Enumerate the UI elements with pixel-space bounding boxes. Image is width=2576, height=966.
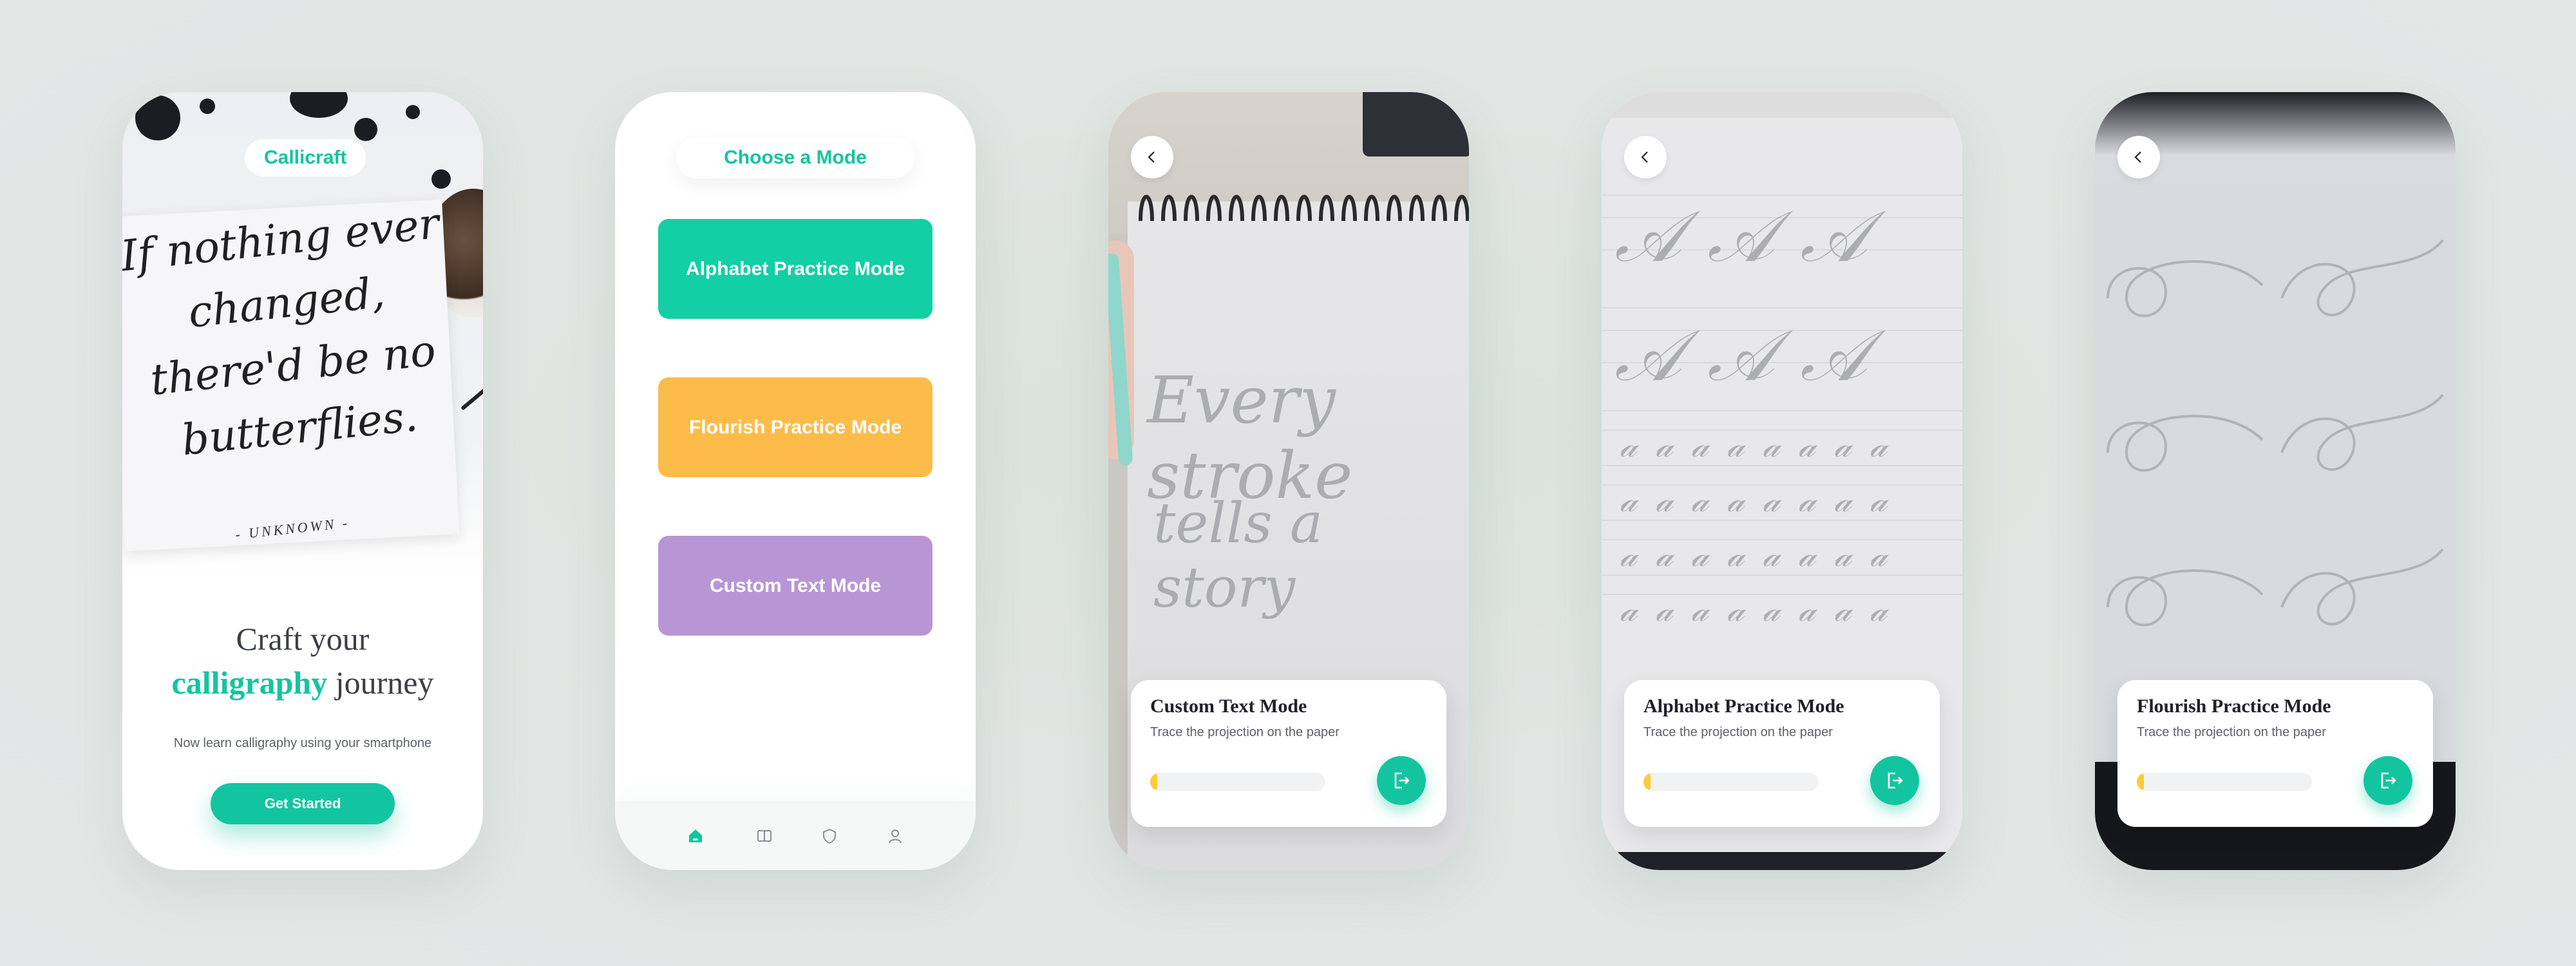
mode-info-card: Custom Text Mode Trace the projection on… [1131, 680, 1446, 827]
headline-rest: journey [335, 665, 434, 701]
ink-splatter [200, 99, 215, 114]
progress-bar [1150, 773, 1325, 791]
app-logo: Callicraft [245, 139, 366, 176]
headline-line2: calligraphy journey [122, 661, 483, 705]
exit-button[interactable] [2363, 756, 2412, 805]
alphabet-practice-screen: 𝒜𝒜𝒜 𝒜𝒜𝒜 𝒶𝒶𝒶𝒶𝒶𝒶𝒶𝒶 𝒶𝒶𝒶𝒶𝒶𝒶𝒶𝒶 𝒶𝒶𝒶𝒶𝒶𝒶𝒶𝒶 𝒶𝒶𝒶𝒶𝒶… [1602, 92, 1962, 870]
exit-icon [1888, 772, 1903, 789]
alphabet-mode-button[interactable]: Alphabet Practice Mode [658, 219, 933, 319]
mode-selection-screen: Choose a Mode Alphabet Practice Mode Flo… [615, 92, 976, 870]
progress-bar [2137, 773, 2312, 791]
back-button[interactable] [1131, 136, 1173, 178]
back-button[interactable] [1624, 136, 1667, 178]
ink-splatter [290, 92, 348, 118]
exit-button[interactable] [1870, 756, 1919, 805]
shield-icon[interactable] [820, 827, 838, 845]
exit-button[interactable] [1377, 756, 1426, 805]
tracing-uppercase-row: 𝒜𝒜𝒜 [1615, 195, 1893, 278]
page-title: Choose a Mode [676, 137, 914, 178]
progress-fill [2137, 773, 2144, 791]
projection-line: Every stroke [1147, 363, 1353, 513]
progress-fill [1643, 773, 1651, 791]
mode-info-card: Flourish Practice Mode Trace the project… [2117, 680, 2433, 827]
exit-icon [1394, 772, 1410, 789]
projection-line: tells a story [1153, 491, 1323, 620]
tracing-lowercase-row: 𝒶𝒶𝒶𝒶𝒶𝒶𝒶𝒶 [1620, 427, 1906, 464]
headline-line1: Craft your [236, 621, 370, 657]
custom-text-practice-screen: Every stroke tells a story Custom Text M… [1108, 92, 1469, 870]
tracing-lowercase-row: 𝒶𝒶𝒶𝒶𝒶𝒶𝒶𝒶 [1620, 536, 1906, 574]
profile-icon[interactable] [886, 827, 904, 845]
get-started-button[interactable]: Get Started [211, 783, 395, 824]
progress-bar [1643, 773, 1819, 791]
chevron-left-icon [2134, 151, 2141, 163]
chevron-left-icon [1148, 151, 1155, 163]
card-subtitle: Trace the projection on the paper [2137, 725, 2326, 739]
device-on-desk [1363, 92, 1469, 156]
card-subtitle: Trace the projection on the paper [1643, 725, 1833, 739]
desk-surface [1602, 852, 1962, 870]
back-button[interactable] [2117, 136, 2160, 178]
flourish-practice-screen: Flourish Practice Mode Trace the project… [2095, 92, 2456, 870]
exit-icon [2381, 772, 2396, 789]
notebook-spiral [1139, 194, 1469, 222]
card-title: Custom Text Mode [1150, 696, 1307, 717]
headline: Craft your calligraphy journey [122, 617, 483, 705]
headline-accent: calligraphy [171, 665, 328, 701]
ink-splatter [354, 118, 377, 141]
ink-splatter [406, 105, 420, 119]
flourish-projection [2107, 239, 2444, 627]
custom-text-mode-button[interactable]: Custom Text Mode [658, 536, 933, 636]
card-subtitle: Trace the projection on the paper [1150, 725, 1340, 739]
ink-splatter [431, 169, 451, 189]
book-icon[interactable] [755, 827, 773, 845]
chevron-left-icon [1641, 151, 1648, 163]
mode-info-card: Alphabet Practice Mode Trace the project… [1624, 680, 1940, 827]
onboarding-subtitle: Now learn calligraphy using your smartph… [173, 736, 432, 750]
progress-fill [1150, 773, 1157, 791]
ink-splatter [135, 95, 180, 140]
bottom-nav [615, 802, 976, 870]
home-icon[interactable] [687, 827, 705, 845]
tracing-lowercase-row: 𝒶𝒶𝒶𝒶𝒶𝒶𝒶𝒶 [1620, 591, 1906, 629]
tracing-lowercase-row: 𝒶𝒶𝒶𝒶𝒶𝒶𝒶𝒶 [1620, 482, 1906, 519]
card-title: Alphabet Practice Mode [1643, 696, 1844, 717]
onboarding-screen: If nothing ever changed, there'd be no b… [122, 92, 483, 870]
desk-surface [1602, 92, 1962, 118]
tracing-uppercase-row: 𝒜𝒜𝒜 [1615, 314, 1893, 397]
quote-text: If nothing ever changed, there'd be no b… [122, 191, 469, 477]
card-title: Flourish Practice Mode [2137, 696, 2331, 717]
flourish-mode-button[interactable]: Flourish Practice Mode [658, 377, 933, 477]
